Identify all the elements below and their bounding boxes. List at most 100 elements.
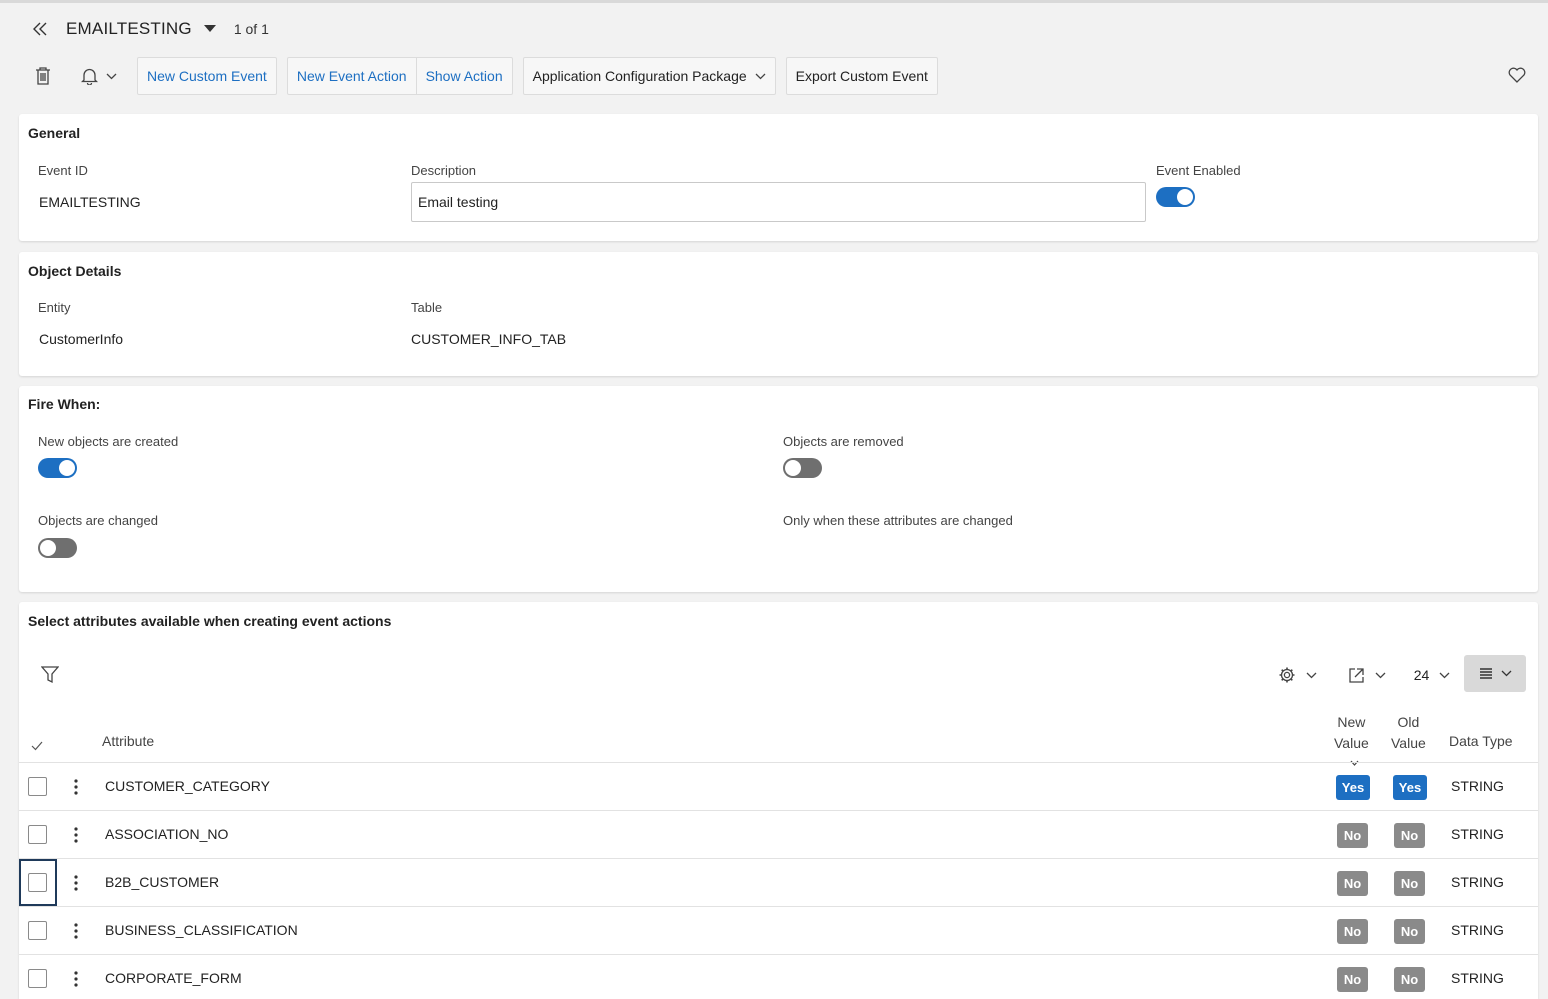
show-action-button[interactable]: Show Action: [417, 58, 512, 94]
row-checkbox[interactable]: [28, 825, 47, 844]
page-header: EMAILTESTING 1 of 1: [28, 14, 269, 44]
chevron-down-icon: [1439, 672, 1450, 679]
double-chevron-left-icon[interactable]: [28, 17, 52, 41]
old-value-badge[interactable]: No: [1394, 871, 1425, 896]
chevron-down-icon: [1501, 670, 1512, 677]
new-value-badge[interactable]: No: [1337, 871, 1368, 896]
objects-changed-toggle[interactable]: [38, 538, 77, 558]
new-value-badge[interactable]: No: [1337, 823, 1368, 848]
table-row[interactable]: ASSOCIATION_NO No No STRING: [19, 810, 1538, 858]
old-value-badge[interactable]: No: [1394, 823, 1425, 848]
settings-menu[interactable]: [1273, 662, 1321, 688]
table-row[interactable]: CUSTOMER_CATEGORY Yes Yes STRING: [19, 762, 1538, 810]
trash-icon[interactable]: [28, 61, 58, 91]
export-icon: [1348, 667, 1365, 684]
chevron-down-icon[interactable]: [104, 61, 118, 91]
new-value-header-line2: Value: [1334, 735, 1369, 751]
objects-removed-toggle[interactable]: [783, 458, 822, 478]
new-event-action-button[interactable]: New Event Action: [288, 58, 416, 94]
data-type: STRING: [1451, 826, 1504, 842]
object-details-title: Object Details: [28, 263, 122, 279]
app-config-package-button[interactable]: Application Configuration Package: [524, 58, 775, 94]
top-border: [0, 0, 1548, 3]
toggle-knob: [785, 460, 801, 476]
data-type: STRING: [1451, 778, 1504, 794]
objects-created-label: New objects are created: [38, 434, 179, 449]
page-title: EMAILTESTING: [66, 19, 192, 38]
chevron-down-icon: [755, 73, 766, 80]
fire-when-card: Fire When: New objects are created Objec…: [19, 386, 1538, 592]
page-size-value: 24: [1413, 667, 1430, 683]
app-config-package-label: Application Configuration Package: [532, 68, 747, 84]
new-custom-event-button[interactable]: New Custom Event: [138, 58, 276, 94]
view-mode-button[interactable]: [1464, 655, 1526, 692]
gear-icon: [1278, 666, 1296, 684]
kebab-menu-icon[interactable]: [68, 823, 84, 847]
row-checkbox[interactable]: [28, 777, 47, 796]
export-custom-event-button[interactable]: Export Custom Event: [787, 58, 937, 94]
description-input[interactable]: Email testing: [411, 182, 1146, 222]
column-header-attribute[interactable]: Attribute: [102, 733, 154, 749]
old-value-badge[interactable]: No: [1394, 967, 1425, 992]
attribute-name: ASSOCIATION_NO: [105, 826, 229, 842]
general-title: General: [28, 125, 81, 141]
old-value-header-line1: Old: [1397, 714, 1420, 730]
column-header-old-value[interactable]: Old Value: [1391, 712, 1426, 754]
only-when-attributes-label: Only when these attributes are changed: [783, 513, 1013, 528]
old-value-badge[interactable]: Yes: [1393, 775, 1427, 800]
column-header-data-type[interactable]: Data Type: [1449, 733, 1513, 749]
new-value-badge[interactable]: Yes: [1336, 775, 1370, 800]
heart-icon[interactable]: [1505, 63, 1529, 87]
toggle-knob: [40, 540, 56, 556]
chevron-down-icon: [1375, 672, 1386, 679]
row-checkbox[interactable]: [28, 921, 47, 940]
export-group: Export Custom Event: [785, 57, 938, 95]
description-label: Description: [411, 163, 477, 178]
objects-changed-label: Objects are changed: [38, 513, 158, 528]
toggle-knob: [1177, 189, 1193, 205]
table-row[interactable]: B2B_CUSTOMER No No STRING: [19, 858, 1538, 906]
bell-icon[interactable]: [74, 61, 104, 91]
column-header-new-value[interactable]: New Value: [1334, 712, 1369, 754]
kebab-menu-icon[interactable]: [68, 919, 84, 943]
table-row[interactable]: BUSINESS_CLASSIFICATION No No STRING: [19, 906, 1538, 954]
attribute-name: B2B_CUSTOMER: [105, 874, 220, 890]
kebab-menu-icon[interactable]: [68, 775, 84, 799]
app-config-package-group: Application Configuration Package: [522, 57, 776, 95]
new-custom-event-group: New Custom Event: [137, 57, 277, 95]
entity-value: CustomerInfo: [39, 331, 124, 347]
event-id-value: EMAILTESTING: [39, 194, 141, 210]
old-value-badge[interactable]: No: [1394, 919, 1425, 944]
table-row[interactable]: CORPORATE_FORM No No STRING: [19, 954, 1538, 999]
filter-icon[interactable]: [39, 664, 61, 686]
data-type: STRING: [1451, 922, 1504, 938]
kebab-menu-icon[interactable]: [68, 967, 84, 991]
list-view-icon: [1479, 667, 1493, 680]
new-value-header-line1: New: [1337, 714, 1366, 730]
row-checkbox[interactable]: [28, 873, 47, 892]
objects-removed-label: Objects are removed: [783, 434, 904, 449]
new-value-badge[interactable]: No: [1337, 967, 1368, 992]
caret-down-icon[interactable]: [202, 21, 218, 37]
page-size-select[interactable]: 24: [1410, 662, 1454, 688]
select-all-check-icon[interactable]: [31, 738, 43, 754]
attribute-name: BUSINESS_CLASSIFICATION: [105, 922, 298, 938]
table-value: CUSTOMER_INFO_TAB: [411, 331, 567, 347]
attribute-name: CORPORATE_FORM: [105, 970, 242, 986]
fire-when-title: Fire When:: [28, 396, 101, 412]
kebab-menu-icon[interactable]: [68, 871, 84, 895]
row-checkbox[interactable]: [28, 969, 47, 988]
toggle-knob: [59, 460, 75, 476]
event-enabled-toggle[interactable]: [1156, 187, 1195, 207]
old-value-header-line2: Value: [1391, 735, 1426, 751]
objects-created-toggle[interactable]: [38, 458, 77, 478]
event-action-group: New Event Action Show Action: [286, 57, 513, 95]
general-card: General Event ID EMAILTESTING Descriptio…: [19, 114, 1538, 241]
record-count: 1 of 1: [233, 21, 269, 37]
event-enabled-label: Event Enabled: [1156, 163, 1241, 178]
toolbar: New Custom Event New Event Action Show A…: [28, 57, 938, 95]
event-id-label: Event ID: [38, 163, 88, 178]
chevron-down-icon: [1306, 672, 1317, 679]
export-menu[interactable]: [1343, 662, 1391, 688]
new-value-badge[interactable]: No: [1337, 919, 1368, 944]
